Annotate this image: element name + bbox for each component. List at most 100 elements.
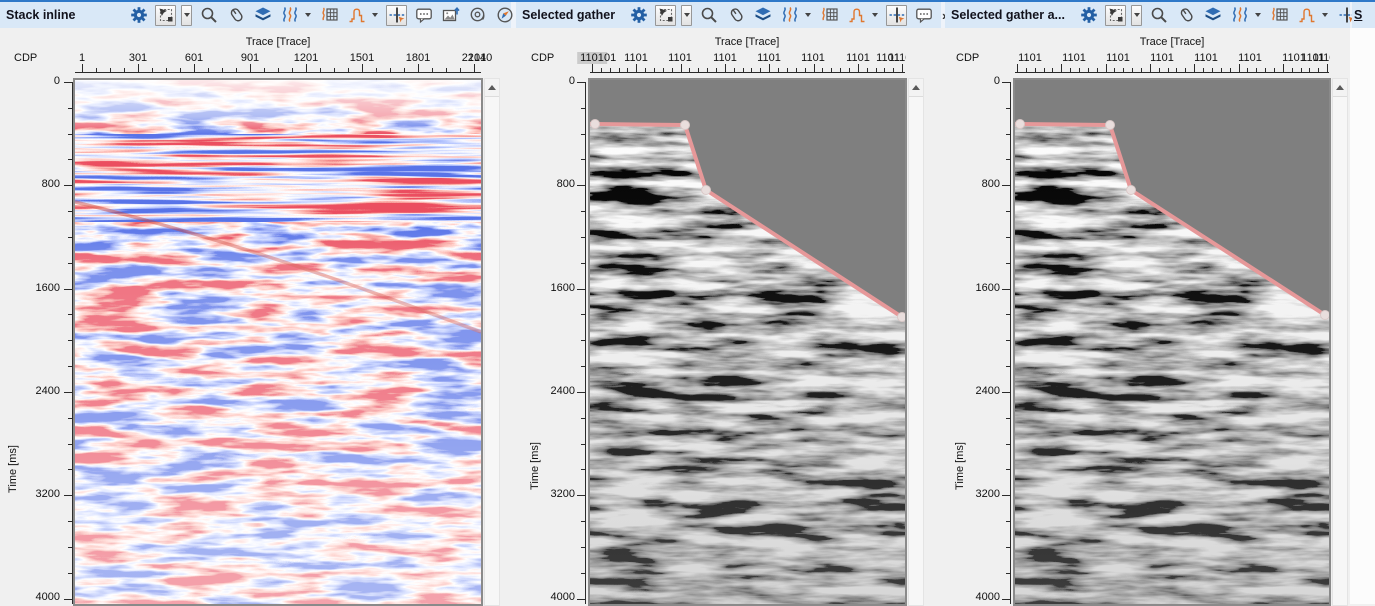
mute-pick-handle[interactable] — [1321, 311, 1330, 320]
trace-table-button[interactable] — [819, 5, 840, 26]
layers-button[interactable] — [1202, 5, 1223, 26]
stack-vertical-scrollbar[interactable] — [484, 78, 500, 606]
mute-pick-handle[interactable] — [1127, 186, 1136, 195]
axis-tick — [725, 64, 726, 72]
trace-axis-title: Trace [Trace] — [715, 36, 780, 48]
gather-vertical-scrollbar[interactable] — [908, 78, 924, 606]
pan-to-point-button[interactable] — [386, 5, 407, 26]
trace-table-button[interactable] — [319, 5, 340, 26]
mouse-controls-button[interactable] — [1175, 5, 1196, 26]
axis-tick — [1168, 68, 1169, 72]
selection-mode-button[interactable] — [155, 5, 176, 26]
mute-pick-handle[interactable] — [591, 120, 600, 129]
axis-tick — [663, 68, 664, 72]
selection-mode-button[interactable] — [655, 5, 676, 26]
axis-tick — [581, 159, 585, 160]
axis-tick — [581, 340, 585, 341]
mute-pick-handle[interactable] — [681, 121, 690, 130]
zoom-button[interactable] — [198, 5, 219, 26]
trace-table-button[interactable] — [1269, 5, 1290, 26]
export-image-button[interactable] — [440, 5, 461, 26]
histogram-button[interactable] — [1296, 5, 1317, 26]
axis-tick — [1002, 495, 1010, 496]
axis-tick — [68, 573, 72, 574]
selected-gather-display-2[interactable] — [1015, 80, 1329, 604]
time-tick-label: 4000 — [18, 591, 60, 603]
wiggle-display-button[interactable] — [279, 5, 300, 26]
time-tick-label: 1600 — [18, 282, 60, 294]
axis-tick — [418, 64, 419, 72]
selection-mode-dropdown[interactable] — [1131, 5, 1142, 26]
wiggle-display-dropdown[interactable] — [802, 5, 813, 26]
axis-tick — [1006, 547, 1010, 548]
gather-vertical-scrollbar-2[interactable] — [1332, 78, 1348, 606]
mute-pick-handle[interactable] — [1016, 120, 1025, 129]
axis-tick — [577, 82, 585, 83]
axis-tick — [1301, 68, 1302, 72]
zoom-locate-button[interactable] — [467, 5, 488, 26]
layers-button[interactable] — [752, 5, 773, 26]
mute-pick-handle[interactable] — [1106, 121, 1115, 130]
histogram-dropdown[interactable] — [369, 5, 380, 26]
panel-title: Stack inline — [0, 8, 75, 22]
zoom-button[interactable] — [698, 5, 719, 26]
mouse-controls-button[interactable] — [725, 5, 746, 26]
axis-tick — [1002, 185, 1010, 186]
selected-gather-display[interactable] — [590, 80, 905, 604]
zoom-button[interactable] — [1148, 5, 1169, 26]
selection-mode-dropdown[interactable] — [181, 5, 192, 26]
wiggle-display-button[interactable] — [779, 5, 800, 26]
settings-button[interactable] — [128, 5, 149, 26]
axis-tick — [1097, 68, 1098, 72]
wiggle-display-dropdown[interactable] — [1252, 5, 1263, 26]
axis-tick — [1002, 289, 1010, 290]
gather-display-frame — [588, 78, 907, 606]
layers-icon — [1204, 6, 1222, 24]
axis-tick — [840, 68, 841, 72]
selection-mode-button[interactable] — [1105, 5, 1126, 26]
scroll-up-button[interactable] — [909, 79, 923, 97]
histogram-dropdown[interactable] — [1319, 5, 1330, 26]
axis-tick — [334, 68, 335, 72]
settings-button[interactable] — [628, 5, 649, 26]
scroll-up-button[interactable] — [1333, 79, 1347, 97]
axis-tick — [698, 68, 699, 72]
axis-tick — [68, 263, 72, 264]
settings-icon — [1080, 6, 1098, 24]
axis-tick — [110, 68, 111, 72]
histogram-dropdown[interactable] — [869, 5, 880, 26]
axis-tick — [68, 134, 72, 135]
axis-tick — [1017, 64, 1018, 72]
wiggle-display-button[interactable] — [1229, 5, 1250, 26]
mute-pick-handle[interactable] — [702, 186, 711, 195]
wiggle-display-dropdown[interactable] — [302, 5, 313, 26]
axis-tick — [1212, 68, 1213, 72]
axis-tick — [1002, 599, 1010, 600]
comments-button[interactable] — [913, 5, 934, 26]
mute-pick-handle[interactable] — [898, 313, 906, 322]
axis-tick — [64, 495, 72, 496]
histogram-button[interactable] — [346, 5, 367, 26]
histogram-button[interactable] — [846, 5, 867, 26]
axis-tick — [610, 68, 611, 72]
axis-tick — [1006, 418, 1010, 419]
orientation-button[interactable] — [494, 5, 515, 26]
time-axis — [577, 82, 586, 604]
time-tick-label: 0 — [956, 75, 1000, 87]
stack-seismic-display[interactable] — [75, 80, 481, 604]
axis-tick — [1079, 68, 1080, 72]
settings-button[interactable] — [1078, 5, 1099, 26]
axis-tick — [751, 68, 752, 72]
axis-tick — [460, 68, 461, 72]
axis-tick — [581, 547, 585, 548]
comments-button[interactable] — [413, 5, 434, 26]
pan-to-point-button[interactable] — [886, 5, 907, 26]
scroll-up-button[interactable] — [485, 79, 499, 97]
axis-tick — [1194, 64, 1195, 72]
axis-tick — [645, 68, 646, 72]
axis-tick — [306, 64, 307, 72]
mouse-controls-button[interactable] — [225, 5, 246, 26]
layers-button[interactable] — [252, 5, 273, 26]
selection-mode-dropdown[interactable] — [681, 5, 692, 26]
axis-tick — [432, 68, 433, 72]
